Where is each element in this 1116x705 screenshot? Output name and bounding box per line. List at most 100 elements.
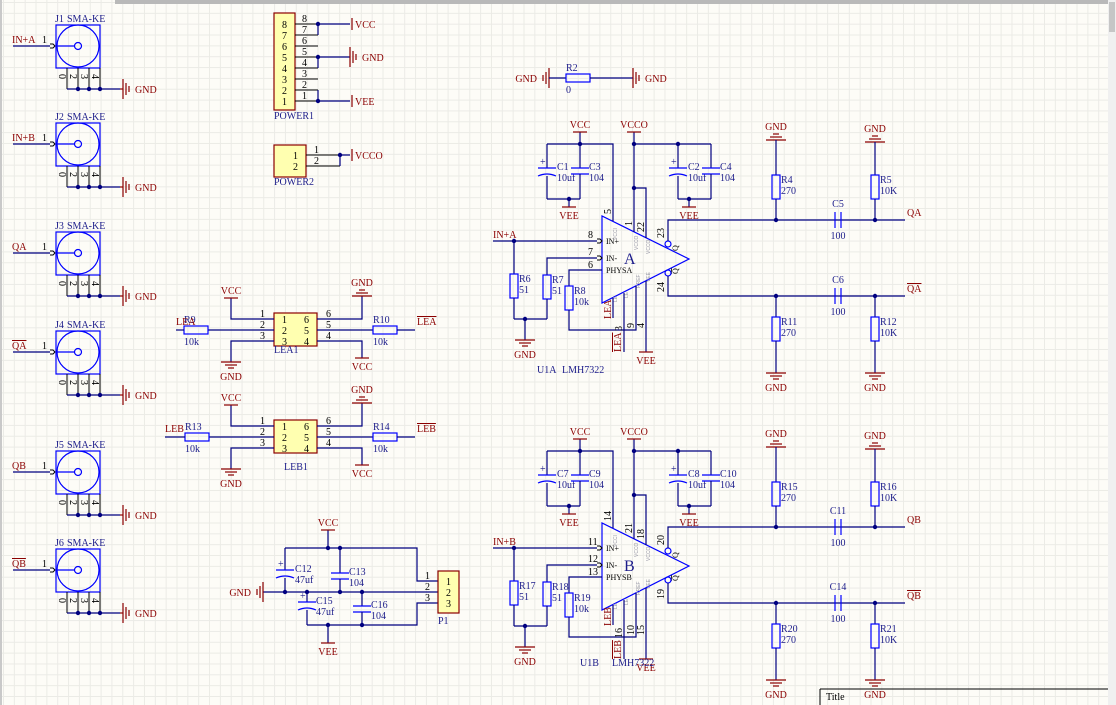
resistor-value: 10K [880, 635, 898, 646]
pin-number: 13 [588, 567, 598, 578]
capacitor-designator: C2 [688, 162, 700, 173]
power-port-label: VEE [636, 356, 655, 367]
pin-name: 2 [282, 433, 287, 444]
wire [317, 56, 350, 68]
junction-dot [631, 492, 637, 498]
shield-pin-number: 2 [67, 598, 78, 603]
connector-j3[interactable]: J3 SMA-KE QA 1 0 2 3 4 GND [12, 221, 157, 306]
capacitor-designator: C12 [295, 564, 312, 575]
shield-pin-number: 0 [56, 500, 67, 505]
buffer-leb1[interactable]: 1 61 62 52 53 43 4VCCGNDR1310kLEBGNDVCCR1410kL… [165, 385, 436, 490]
resistor-body [542, 581, 552, 607]
pin-name: 6 [304, 422, 309, 433]
resistor-designator: R11 [781, 317, 797, 328]
wire [317, 296, 363, 320]
connector-j4[interactable]: J4 SMA-KE QA 1 0 2 3 4 GND [12, 320, 157, 405]
resistor-value: 10k [373, 337, 388, 348]
ground-label: GND [135, 511, 157, 522]
capacitor-value: 100 [831, 307, 846, 318]
pin-number: 3 [302, 69, 307, 80]
power1-header[interactable]: 8877665544332211VCCGNDVEEPOWER1 [273, 12, 384, 122]
resistor-value: 270 [781, 493, 796, 504]
wire [230, 447, 274, 469]
pin-name: VCCO [646, 546, 652, 561]
comparator-u1a[interactable]: AVCC5+ C110ufC3104VEEVCCO1 22+ C210ufC4104V… [493, 120, 922, 394]
wire [230, 298, 274, 320]
pin-number: 21 [624, 523, 635, 533]
pin-arrow-icon [50, 250, 56, 256]
output-bubble-icon [664, 547, 672, 555]
resistor-designator: R16 [880, 482, 897, 493]
net-label: LEA [176, 317, 196, 328]
ground-label: GND [765, 122, 787, 133]
resistor-value: 10K [880, 186, 898, 197]
capacitor-value: 104 [589, 480, 604, 491]
shield-pin-number: 0 [56, 172, 67, 177]
pin-number: 3 [260, 331, 265, 342]
power-port-label: VCC [221, 286, 242, 297]
connector-j1[interactable]: J1 SMA-KE IN+A 1 0 2 3 4 GND [12, 14, 157, 99]
title-block-title: Title [826, 692, 845, 703]
schematic-canvas[interactable]: J1 SMA-KEIN+A 10 2 3 4GND J2 SMA-KEIN+B 10 2 3 4GND… [0, 0, 1108, 705]
pin-number: 6 [326, 416, 331, 427]
capacitor-designator: C15 [316, 596, 333, 607]
capacitor-value: 104 [720, 173, 735, 184]
junction-dot [337, 152, 343, 158]
ground-label: GND [864, 124, 886, 135]
ground-label: GND [135, 609, 157, 620]
resistor-r2[interactable]: GND R2 0 GND [515, 63, 666, 96]
connector-j5[interactable]: J5 SMA-KE QB 1 0 2 3 4 GND [12, 440, 157, 525]
polarity-plus-icon: + [300, 591, 306, 602]
comparator-part: LMH7322 [612, 658, 654, 669]
capacitor-designator: C10 [720, 469, 737, 480]
comparator-designator: U1A [537, 365, 557, 376]
pin-name: 1 [293, 151, 298, 162]
pin-number: 4 [636, 323, 647, 328]
net-label: LEA [603, 299, 614, 319]
scrollbar-thumb[interactable] [1109, 2, 1115, 32]
capacitor-designator: C13 [349, 567, 366, 578]
comparator-u1b[interactable]: BVCC14+ C710ufC9104VEEVCCO2118+ C810ufC101… [493, 427, 921, 701]
net-label: QB [907, 591, 921, 602]
pin-number: 22 [636, 222, 647, 232]
buffer-body [273, 419, 318, 454]
capacitor-designator: C6 [832, 275, 844, 286]
power2-header[interactable]: 1122 VCCOPOWER2 [273, 144, 383, 188]
pin-number: 5 [603, 209, 614, 214]
resistor-designator: R7 [552, 275, 564, 286]
wire [568, 269, 602, 286]
pin-number: 19 [656, 589, 667, 599]
pin-name: RREF [636, 581, 642, 595]
connector-comment: SMA-KE [67, 14, 105, 25]
connector-j2[interactable]: J2 SMA-KE IN+B 1 0 2 3 4 GND [12, 112, 157, 197]
resistor-designator: R14 [373, 422, 390, 433]
pin-name: 3 [282, 444, 287, 455]
resistor-value: 10k [574, 604, 589, 615]
shield-pin-number: 0 [56, 598, 67, 603]
net-label: QB [12, 461, 26, 472]
wire [667, 276, 905, 297]
pin-number: 3 [260, 438, 265, 449]
power-port-label: VCC [570, 427, 591, 438]
resistor-body [542, 274, 552, 300]
junction-dot [773, 217, 779, 223]
resistor-designator: R17 [519, 581, 536, 592]
resistor-body [372, 432, 398, 442]
wire [230, 340, 274, 362]
resistor-body [565, 73, 591, 83]
connector-designator: J1 [55, 14, 64, 25]
pin-number: 1 [260, 309, 265, 320]
header-designator: POWER2 [274, 177, 314, 188]
decoupling-network[interactable]: VCC+ C1247ufC13104GND + C1547ufC16104VEE112… [229, 518, 460, 658]
capacitor-value: 104 [589, 173, 604, 184]
connector-j6[interactable]: J6 SMA-KE QB 1 0 2 3 4 GND [12, 538, 157, 623]
buffer-designator: LEB1 [284, 462, 308, 473]
shield-pin-number: 3 [78, 74, 89, 79]
capacitor-value: 10uf [688, 173, 707, 184]
buffer-lea1[interactable]: 1 61 62 52 53 43 4VCCGNDR910kLEAGNDVCCR1010kLE… [176, 278, 437, 383]
pin-number: 8 [302, 14, 307, 25]
pin-number: 1 [42, 559, 47, 570]
connector-comment: SMA-KE [67, 538, 105, 549]
power-port-label: VCCO [620, 120, 648, 131]
vertical-scrollbar[interactable] [1108, 0, 1116, 705]
